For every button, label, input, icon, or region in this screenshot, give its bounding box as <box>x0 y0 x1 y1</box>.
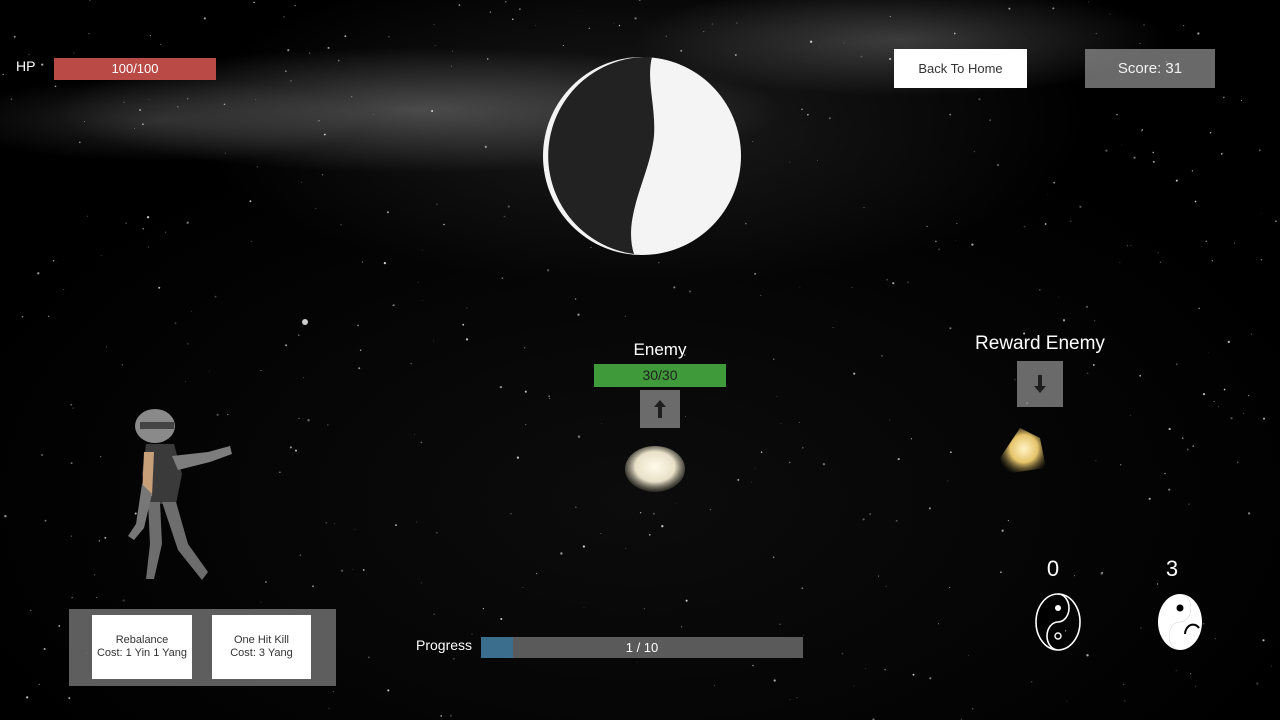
hp-label: HP <box>16 58 36 74</box>
back-to-home-button[interactable]: Back To Home <box>894 49 1027 88</box>
player-hp-bar: 100/100 <box>54 58 216 80</box>
progress-text: 1 / 10 <box>625 640 659 655</box>
yin-count: 0 <box>1046 556 1060 581</box>
progress-bar: 1 / 10 <box>481 637 803 658</box>
game-scene: HP 100/100 Back To Home Score: 31 Enemy … <box>0 0 1280 720</box>
reward-enemy-orb[interactable] <box>980 418 1056 484</box>
enemy-orb[interactable] <box>622 442 688 494</box>
ability-panel: Rebalance Cost: 1 Yin 1 Yang One Hit Kil… <box>69 609 336 686</box>
yang-icon <box>1158 594 1202 650</box>
player-ninja-character <box>128 409 232 580</box>
ability-cost: Cost: 1 Yin 1 Yang <box>96 647 188 659</box>
reward-enemy-label: Reward Enemy <box>975 333 1105 354</box>
player-hp-text: 100/100 <box>111 61 159 76</box>
arrow-down-icon <box>1017 361 1063 407</box>
score-display: Score: 31 <box>1085 49 1215 88</box>
enemy-label: Enemy <box>633 340 687 359</box>
ability-name: Rebalance <box>115 634 169 646</box>
enemy-hp-bar: 30/30 <box>594 364 726 387</box>
yang-count: 3 <box>1165 556 1179 581</box>
rebalance-button[interactable]: Rebalance Cost: 1 Yin 1 Yang <box>92 615 192 679</box>
ability-cost: Cost: 3 Yang <box>230 647 293 659</box>
balance-orb-icon <box>543 56 741 255</box>
ability-name: One Hit Kill <box>233 634 290 646</box>
yin-icon <box>1035 593 1081 651</box>
one-hit-kill-button[interactable]: One Hit Kill Cost: 3 Yang <box>212 615 311 679</box>
enemy-hp-text: 30/30 <box>642 367 678 383</box>
progress-label: Progress <box>416 637 473 653</box>
arrow-up-icon <box>640 390 680 428</box>
